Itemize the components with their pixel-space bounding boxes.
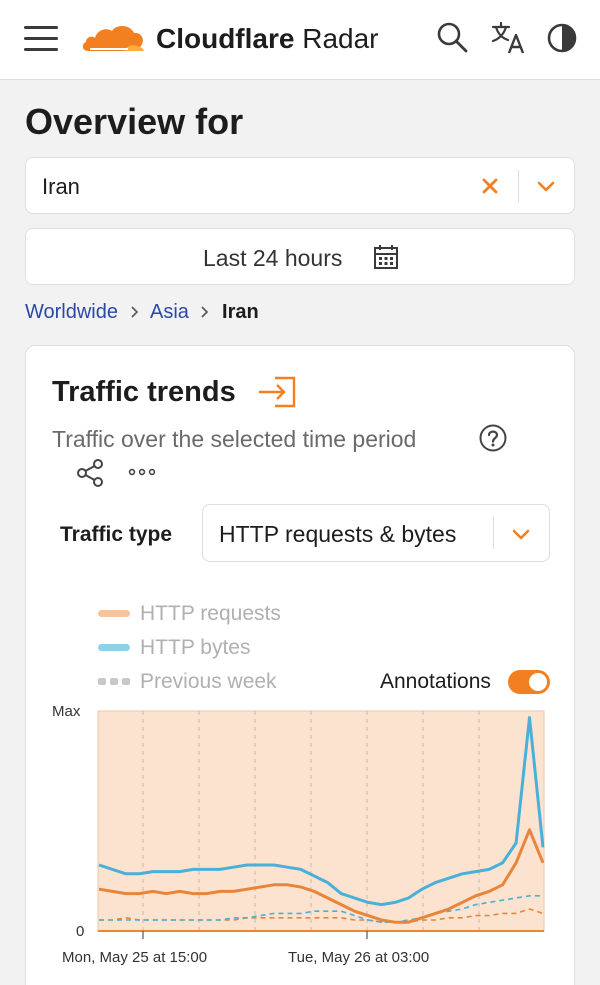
legend-label: HTTP bytes bbox=[140, 636, 251, 659]
traffic-type-label: Traffic type bbox=[60, 523, 173, 546]
legend-swatch bbox=[98, 610, 130, 617]
x-tick-label: Tue, May 26 at 03:00 bbox=[288, 949, 429, 966]
menu-icon[interactable] bbox=[24, 24, 58, 54]
page-title: Overview for bbox=[25, 101, 244, 142]
breadcrumb: Worldwide Asia Iran bbox=[25, 299, 259, 325]
breadcrumb-current: Iran bbox=[222, 301, 259, 323]
annotations-toggle[interactable] bbox=[508, 670, 550, 694]
share-icon[interactable] bbox=[75, 458, 105, 488]
chevron-down-icon[interactable] bbox=[509, 522, 533, 546]
brand-name[interactable]: Cloudflare Radar bbox=[156, 22, 379, 56]
location-select[interactable]: Iran bbox=[25, 157, 575, 214]
time-range-label: Last 24 hours bbox=[203, 245, 343, 271]
legend-label: HTTP requests bbox=[140, 602, 281, 625]
card-subtitle: Traffic over the selected time period bbox=[52, 426, 417, 452]
plot-area bbox=[97, 710, 545, 932]
calendar-icon bbox=[374, 245, 398, 269]
chevron-down-icon[interactable] bbox=[534, 174, 558, 198]
traffic-type-select[interactable]: HTTP requests & bytes bbox=[202, 504, 550, 562]
legend-swatch bbox=[98, 678, 130, 685]
search-icon[interactable] bbox=[434, 20, 470, 56]
time-range-button[interactable]: Last 24 hours bbox=[25, 228, 575, 285]
breadcrumb-link-asia[interactable]: Asia bbox=[150, 301, 189, 323]
breadcrumb-link-worldwide[interactable]: Worldwide bbox=[25, 301, 118, 323]
cloudflare-logo-icon[interactable] bbox=[80, 20, 146, 54]
divider bbox=[493, 517, 494, 549]
traffic-chart: Max 0 Mon, May 25 at 15:00 Tue, May 26 a… bbox=[52, 703, 545, 966]
open-in-icon[interactable] bbox=[257, 375, 297, 409]
annotations-label: Annotations bbox=[380, 670, 491, 693]
legend-swatch bbox=[98, 644, 130, 651]
x-tick-label: Mon, May 25 at 15:00 bbox=[62, 949, 207, 966]
help-icon[interactable] bbox=[478, 423, 508, 453]
chevron-right-icon bbox=[201, 306, 209, 318]
more-options-icon[interactable] bbox=[127, 466, 157, 478]
toggle-knob bbox=[529, 673, 547, 691]
chevron-right-icon bbox=[130, 306, 138, 318]
theme-toggle-icon[interactable] bbox=[544, 20, 580, 56]
clear-icon[interactable] bbox=[476, 172, 504, 200]
location-value: Iran bbox=[42, 174, 80, 199]
translate-icon[interactable] bbox=[490, 20, 526, 56]
legend-label: Previous week bbox=[140, 670, 277, 693]
divider bbox=[518, 170, 519, 202]
top-header: Cloudflare Radar bbox=[0, 0, 600, 80]
y-tick-label-max: Max bbox=[52, 703, 81, 720]
card-title: Traffic trends bbox=[52, 376, 236, 408]
traffic-type-value: HTTP requests & bytes bbox=[219, 521, 457, 547]
traffic-trends-card: Traffic trends Traffic over the selected… bbox=[25, 345, 575, 985]
y-tick-label-zero: 0 bbox=[76, 923, 84, 940]
